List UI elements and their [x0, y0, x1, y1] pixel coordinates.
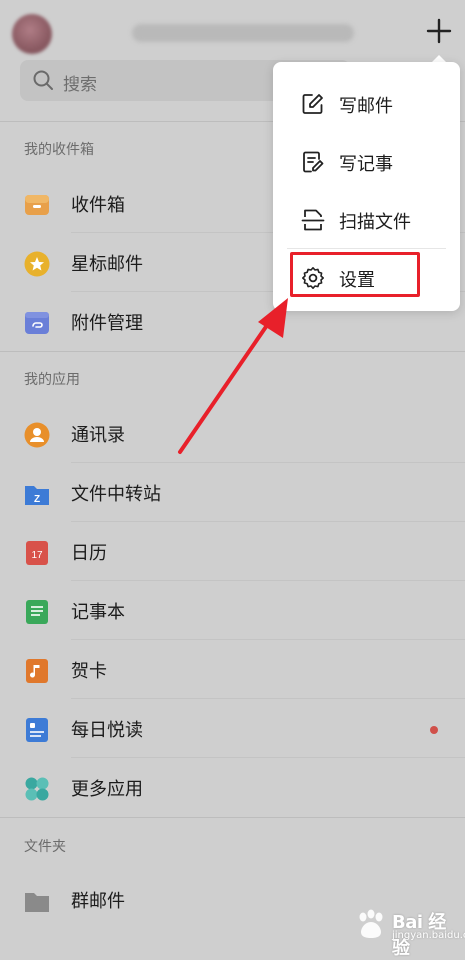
watermark-url: jingyan.baidu.com [392, 930, 465, 941]
paw-icon [359, 909, 383, 938]
baidu-jingyan-watermark: Bai 经验 jingyan.baidu.com [348, 898, 465, 959]
annotation-arrow [178, 298, 288, 454]
